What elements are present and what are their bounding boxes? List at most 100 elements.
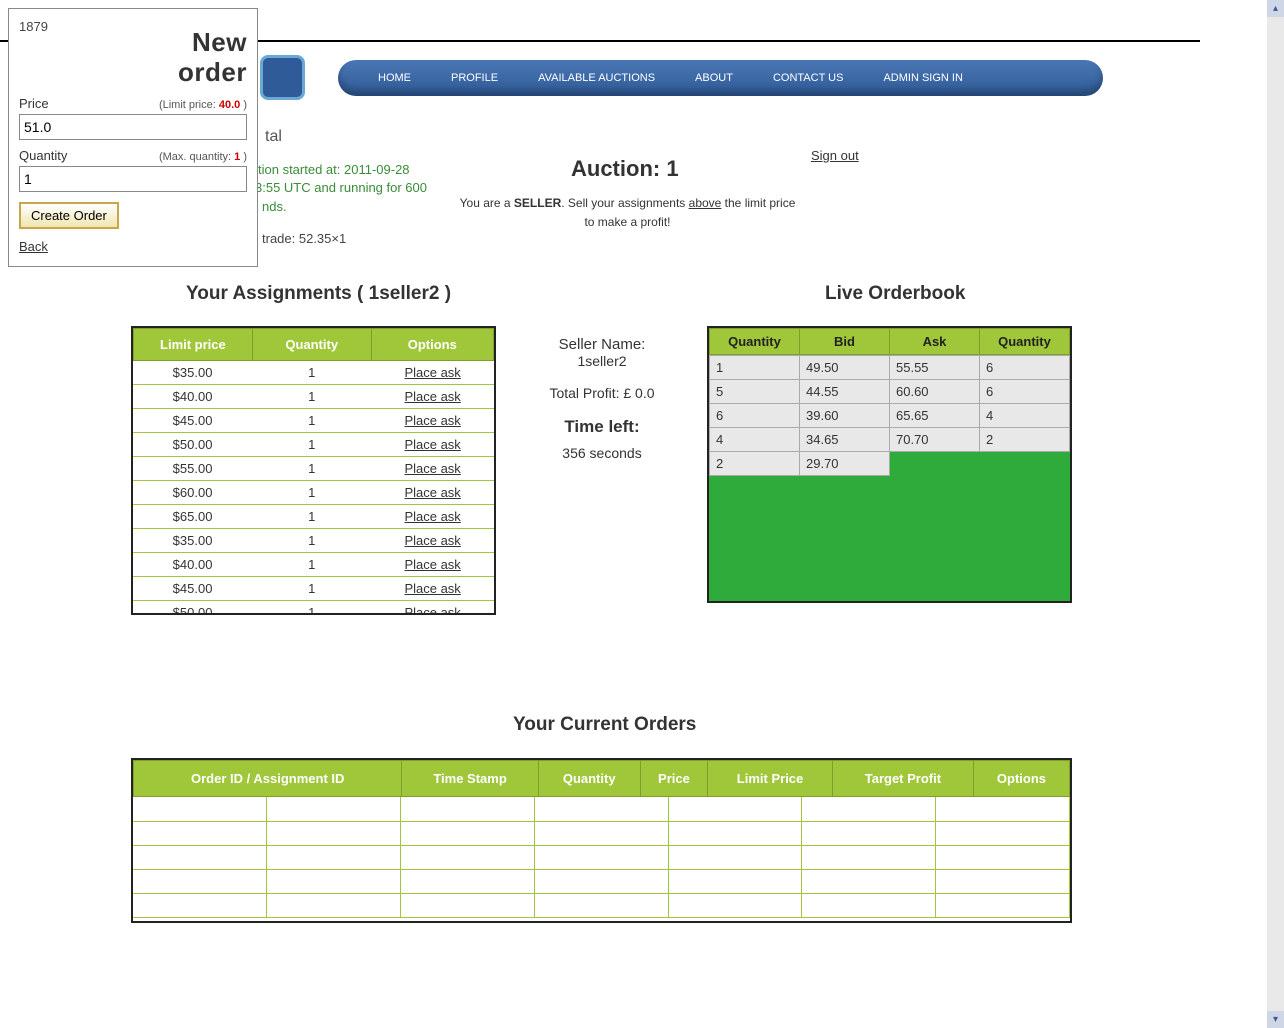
place-ask-link[interactable]: Place ask — [371, 553, 494, 577]
place-ask-link[interactable]: Place ask — [371, 361, 494, 385]
empty-cell — [133, 821, 267, 845]
last-trade-fragment: trade: 52.35×1 — [262, 231, 346, 246]
seller-name: 1seller2 — [577, 353, 626, 369]
current-orders-title: Your Current Orders — [513, 714, 696, 736]
current-orders-col: Limit Price — [708, 761, 833, 797]
seller-info-panel: Seller Name:1seller2 Total Profit: £ 0.0… — [547, 336, 657, 461]
orderbook-col-bid: Bid — [800, 329, 890, 355]
place-ask-link[interactable]: Place ask — [371, 577, 494, 601]
empty-cell — [267, 821, 401, 845]
place-ask-link[interactable]: Place ask — [371, 457, 494, 481]
empty-cell — [936, 845, 1070, 869]
price-hint: (Limit price: 40.0 ) — [159, 99, 247, 111]
table-row: $50.001Place ask — [133, 601, 494, 614]
current-orders-col: Order ID / Assignment ID — [134, 761, 402, 797]
bid-price: 39.60 — [800, 404, 890, 428]
empty-cell — [133, 845, 267, 869]
brand-logo-icon — [260, 55, 305, 100]
table-row: $40.001Place ask — [133, 385, 494, 409]
orderbook-row: 149.5055.556 — [710, 356, 1070, 380]
assignment-price: $65.00 — [133, 505, 252, 529]
auction-started-line2: 3:55 UTC and running for 600 — [255, 180, 427, 195]
current-orders-col: Target Profit — [832, 761, 973, 797]
nav-profile[interactable]: PROFILE — [431, 72, 518, 84]
empty-cell — [267, 845, 401, 869]
empty-cell — [267, 869, 401, 893]
assignment-qty: 1 — [252, 577, 371, 601]
nav-about[interactable]: ABOUT — [675, 72, 753, 84]
bid-price: 34.65 — [800, 428, 890, 452]
price-input[interactable] — [19, 114, 247, 140]
assignment-qty: 1 — [252, 553, 371, 577]
back-link[interactable]: Back — [19, 239, 48, 254]
empty-cell — [534, 893, 668, 917]
nav-contact[interactable]: CONTACT US — [753, 72, 864, 84]
table-row — [133, 845, 1070, 869]
table-row: $45.001Place ask — [133, 577, 494, 601]
empty-cell — [267, 797, 401, 821]
place-ask-link[interactable]: Place ask — [371, 505, 494, 529]
table-row — [133, 893, 1070, 917]
sign-out-link[interactable]: Sign out — [811, 148, 859, 163]
table-row: $55.001Place ask — [133, 457, 494, 481]
ask-price: 60.60 — [890, 380, 980, 404]
table-row: $60.001Place ask — [133, 481, 494, 505]
assignment-qty: 1 — [252, 505, 371, 529]
empty-cell — [936, 797, 1070, 821]
new-order-modal: 1879 Neworder /* custom title layout han… — [8, 8, 258, 267]
table-row: $50.001Place ask — [133, 433, 494, 457]
price-label: Price — [19, 96, 49, 111]
empty-cell — [802, 845, 936, 869]
place-ask-link[interactable]: Place ask — [371, 601, 494, 614]
nav-admin-signin[interactable]: ADMIN SIGN IN — [863, 72, 982, 84]
ask-qty: 4 — [980, 404, 1070, 428]
modal-title: Neworder — [19, 28, 247, 88]
orderbook-col-ask: Ask — [890, 329, 980, 355]
place-ask-link[interactable]: Place ask — [371, 529, 494, 553]
place-ask-link[interactable]: Place ask — [371, 481, 494, 505]
assignment-price: $45.00 — [133, 409, 252, 433]
empty-cell — [401, 821, 535, 845]
assignment-price: $35.00 — [133, 361, 252, 385]
create-order-button[interactable]: Create Order — [19, 202, 119, 229]
place-ask-link[interactable]: Place ask — [371, 433, 494, 457]
bid-qty: 1 — [710, 356, 800, 380]
assignment-qty: 1 — [252, 457, 371, 481]
quantity-label: Quantity — [19, 148, 67, 163]
ask-price: 65.65 — [890, 404, 980, 428]
empty-cell — [802, 869, 936, 893]
quantity-input[interactable] — [19, 166, 247, 192]
ask-price: 55.55 — [890, 356, 980, 380]
orderbook-col-bid-qty: Quantity — [710, 329, 800, 355]
scroll-up-icon[interactable]: ▴ — [1267, 0, 1284, 17]
auction-title: Auction: 1 — [571, 156, 679, 182]
bid-qty: 6 — [710, 404, 800, 428]
nav-available-auctions[interactable]: AVAILABLE AUCTIONS — [518, 72, 675, 84]
assignment-qty: 1 — [252, 529, 371, 553]
empty-cell — [401, 797, 535, 821]
table-row: $35.001Place ask — [133, 529, 494, 553]
current-orders-col: Quantity — [538, 761, 640, 797]
assignments-title: Your Assignments ( 1seller2 ) — [186, 283, 451, 305]
scroll-down-icon[interactable]: ▾ — [1267, 1011, 1284, 1028]
total-profit: Total Profit: £ 0.0 — [547, 385, 657, 401]
assignment-price: $55.00 — [133, 457, 252, 481]
empty-cell — [668, 821, 802, 845]
quantity-hint: (Max. quantity: 1 ) — [159, 151, 247, 163]
brand-text-fragment: tal — [265, 128, 282, 146]
bid-qty: 2 — [710, 452, 800, 476]
empty-cell — [401, 869, 535, 893]
place-ask-link[interactable]: Place ask — [371, 385, 494, 409]
assignment-price: $40.00 — [133, 385, 252, 409]
place-ask-link[interactable]: Place ask — [371, 409, 494, 433]
empty-cell — [401, 845, 535, 869]
empty-cell — [534, 845, 668, 869]
assignment-price: $60.00 — [133, 481, 252, 505]
browser-scrollbar[interactable]: ▴ ▾ — [1267, 0, 1284, 1028]
nav-home[interactable]: HOME — [338, 72, 431, 84]
empty-cell — [133, 893, 267, 917]
empty-cell — [802, 821, 936, 845]
assignments-col-price: Limit price — [134, 329, 253, 361]
assignment-price: $45.00 — [133, 577, 252, 601]
orderbook-row: 639.6065.654 — [710, 404, 1070, 428]
